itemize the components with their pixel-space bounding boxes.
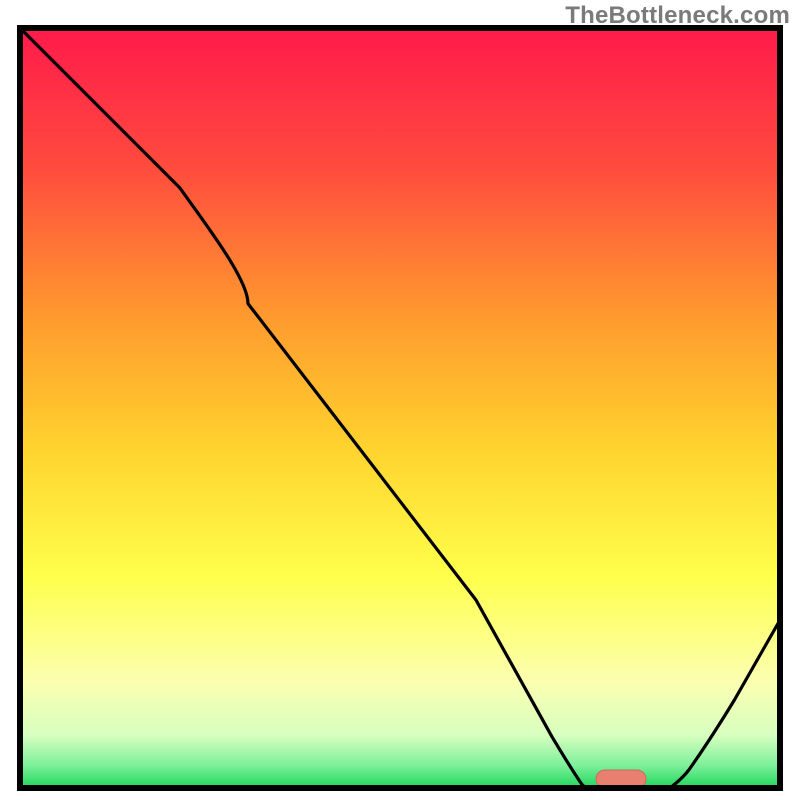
- watermark-text: TheBottleneck.com: [565, 2, 790, 30]
- chart-stage: { "watermark": "TheBottleneck.com", "col…: [0, 0, 800, 800]
- chart-svg: [0, 0, 800, 800]
